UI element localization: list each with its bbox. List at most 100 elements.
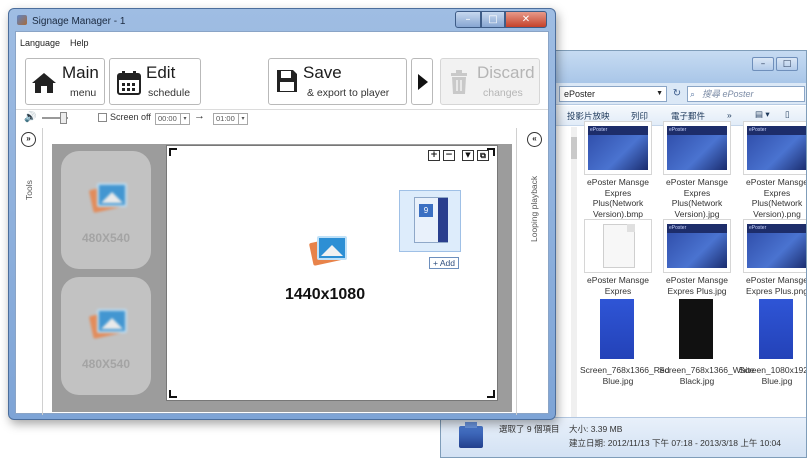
main-sublabel: menu xyxy=(70,87,97,99)
preview-pane-icon[interactable]: ▯ xyxy=(785,109,790,120)
maximize-button[interactable]: □ xyxy=(481,11,505,28)
file-item[interactable]: ePoster ePoster Mansge Expres Plus.jpg xyxy=(659,219,735,296)
menu-help[interactable]: Help xyxy=(70,38,89,48)
page-size-label: 1440x1080 xyxy=(285,286,366,303)
more-commands-button[interactable]: » xyxy=(727,110,732,120)
file-name: Screen_768x1366_White Black.jpg xyxy=(659,365,755,386)
file-item[interactable]: ePoster ePoster Mansge Expres Plus(Networ… xyxy=(580,121,656,219)
floppy-disk-icon xyxy=(277,70,297,92)
home-icon xyxy=(32,73,56,93)
selection-size: 大小: 3.39 MB xyxy=(569,424,623,434)
selection-dates: 建立日期: 2012/11/13 下午 07:18 - 2013/3/18 上午… xyxy=(569,438,781,448)
file-item[interactable]: ePoster ePoster Mansge Expres Plus.png xyxy=(739,219,807,296)
views-icon[interactable]: ▤ ▾ xyxy=(755,109,770,120)
corner-handle[interactable] xyxy=(487,390,495,398)
edit-sublabel: schedule xyxy=(148,87,191,99)
main-label: Main xyxy=(62,63,99,82)
looping-playback-panel: « Looping playback xyxy=(516,128,550,415)
page-tools: + − ▼ ⧉ xyxy=(428,150,489,161)
multi-file-icon xyxy=(459,422,483,448)
menu-language[interactable]: Language xyxy=(20,38,60,48)
layout-thumbnail[interactable]: 480X540 xyxy=(61,151,151,269)
file-item[interactable]: ePoster ePoster Mansge Expres Plus(Networ… xyxy=(659,121,735,219)
file-list: ePoster ePoster Mansge Expres Plus(Networ… xyxy=(577,121,807,417)
calendar-icon xyxy=(117,71,141,95)
save-sublabel: & export to player xyxy=(307,87,390,99)
edit-label: Edit xyxy=(146,63,176,82)
file-thumbnail xyxy=(584,297,652,363)
volume-icon[interactable]: 🔊 xyxy=(24,112,36,123)
screen-off-label: Screen off xyxy=(110,112,151,122)
tools-label: Tools xyxy=(24,180,34,200)
file-thumbnail: ePoster xyxy=(743,121,806,175)
image-icon xyxy=(88,181,129,213)
file-item[interactable]: Screen_768x1366_Red Blue.jpg xyxy=(580,297,670,386)
expand-tools-icon[interactable]: » xyxy=(21,132,36,147)
volume-slider-handle[interactable] xyxy=(60,112,67,124)
file-name: ePoster Mansge Expres Plus.png xyxy=(746,275,807,296)
export-arrow-button[interactable] xyxy=(411,58,433,105)
search-icon: ⌕ xyxy=(690,89,696,99)
down-triangle-icon[interactable]: ▼ xyxy=(462,150,474,161)
window-title: Signage Manager - 1 xyxy=(17,13,125,31)
address-path-field[interactable]: ePoster ▼ xyxy=(559,86,667,102)
document-icon: 9 xyxy=(414,197,448,243)
file-item[interactable]: ePoster ePoster Mansge Expres Plus(Networ… xyxy=(739,121,807,219)
file-thumbnail: ePoster xyxy=(584,121,652,175)
save-export-button[interactable]: Save & export to player xyxy=(268,58,407,105)
explorer-minimize-button[interactable]: – xyxy=(752,57,774,71)
file-thumbnail xyxy=(584,219,652,273)
signage-client-area: Language Help Main menu Edit schedule Sa… xyxy=(15,31,550,415)
file-name: Screen_1080x1920_Red Blue.jpg xyxy=(739,365,807,386)
plus-icon[interactable]: + xyxy=(428,150,440,161)
dragged-file-preview: 9 xyxy=(399,190,461,252)
time-range-arrow: → xyxy=(194,110,205,122)
screen-off-checkbox[interactable] xyxy=(98,113,107,122)
file-thumbnail: ePoster xyxy=(663,219,731,273)
layout-thumbnail[interactable]: 480X540 xyxy=(61,277,151,395)
file-item[interactable]: Screen_1080x1920_Red Blue.jpg xyxy=(739,297,807,386)
chevron-down-icon[interactable]: ▼ xyxy=(656,87,663,101)
file-name: Screen_768x1366_Red Blue.jpg xyxy=(580,365,670,386)
save-label: Save xyxy=(303,63,342,82)
play-arrow-icon xyxy=(418,74,428,90)
app-icon xyxy=(17,15,27,25)
file-name: ePoster Mansge Expres Plus(Network Versi… xyxy=(587,177,649,219)
collapse-playback-icon[interactable]: « xyxy=(527,132,542,147)
minus-icon[interactable]: − xyxy=(443,150,455,161)
layout-canvas: 480X540 480X540 + − ▼ ⧉ 1440x1080 9 + Ad… xyxy=(52,144,512,412)
file-name: ePoster Mansge Expres Plus(Network Versi… xyxy=(666,177,728,219)
signage-manager-window: Signage Manager - 1 – □ ✕ Language Help … xyxy=(8,8,556,420)
time-from-field[interactable]: 00:00 ▾ xyxy=(155,113,190,125)
file-name: ePoster Mansge Expres Plus(Network Versi… xyxy=(746,177,807,219)
minimize-button[interactable]: – xyxy=(455,11,481,28)
search-input[interactable]: ⌕ 搜尋 ePoster xyxy=(687,86,805,102)
image-icon xyxy=(308,234,355,274)
close-button[interactable]: ✕ xyxy=(505,11,547,28)
corner-handle[interactable] xyxy=(169,148,177,156)
discard-changes-button[interactable]: Discard changes xyxy=(440,58,540,105)
tools-panel: » Tools xyxy=(16,128,43,415)
file-thumbnail: ePoster xyxy=(663,121,731,175)
file-thumbnail: ePoster xyxy=(743,219,806,273)
explorer-maximize-button[interactable]: □ xyxy=(776,57,798,71)
search-placeholder: 搜尋 ePoster xyxy=(702,89,754,99)
playback-bar: 🔊 Screen off 00:00 ▾ → 01:00 ▾ xyxy=(16,109,548,125)
thumbnail-size-label: 480X540 xyxy=(81,357,131,371)
file-thumbnail xyxy=(743,297,806,363)
details-pane: 選取了 9 個項目 大小: 3.39 MB 建立日期: 2012/11/13 下… xyxy=(441,417,806,457)
restore-window-icon[interactable]: ⧉ xyxy=(477,150,489,161)
file-item[interactable]: Screen_768x1366_White Black.jpg xyxy=(659,297,755,386)
file-thumbnail xyxy=(663,297,731,363)
main-menu-button[interactable]: Main menu xyxy=(25,58,105,105)
corner-handle[interactable] xyxy=(169,390,177,398)
menu-bar: Language Help xyxy=(16,32,548,52)
looping-playback-label: Looping playback xyxy=(529,175,539,242)
refresh-icon[interactable]: ↻ xyxy=(670,86,684,102)
edit-schedule-button[interactable]: Edit schedule xyxy=(109,58,201,105)
thumbnail-size-label: 480X540 xyxy=(81,231,131,245)
add-drop-tooltip: + Add xyxy=(429,257,459,269)
time-to-field[interactable]: 01:00 ▾ xyxy=(213,113,248,125)
selection-count: 選取了 9 個項目 xyxy=(499,424,560,434)
layout-page[interactable]: + − ▼ ⧉ 1440x1080 9 + Add xyxy=(166,145,498,401)
